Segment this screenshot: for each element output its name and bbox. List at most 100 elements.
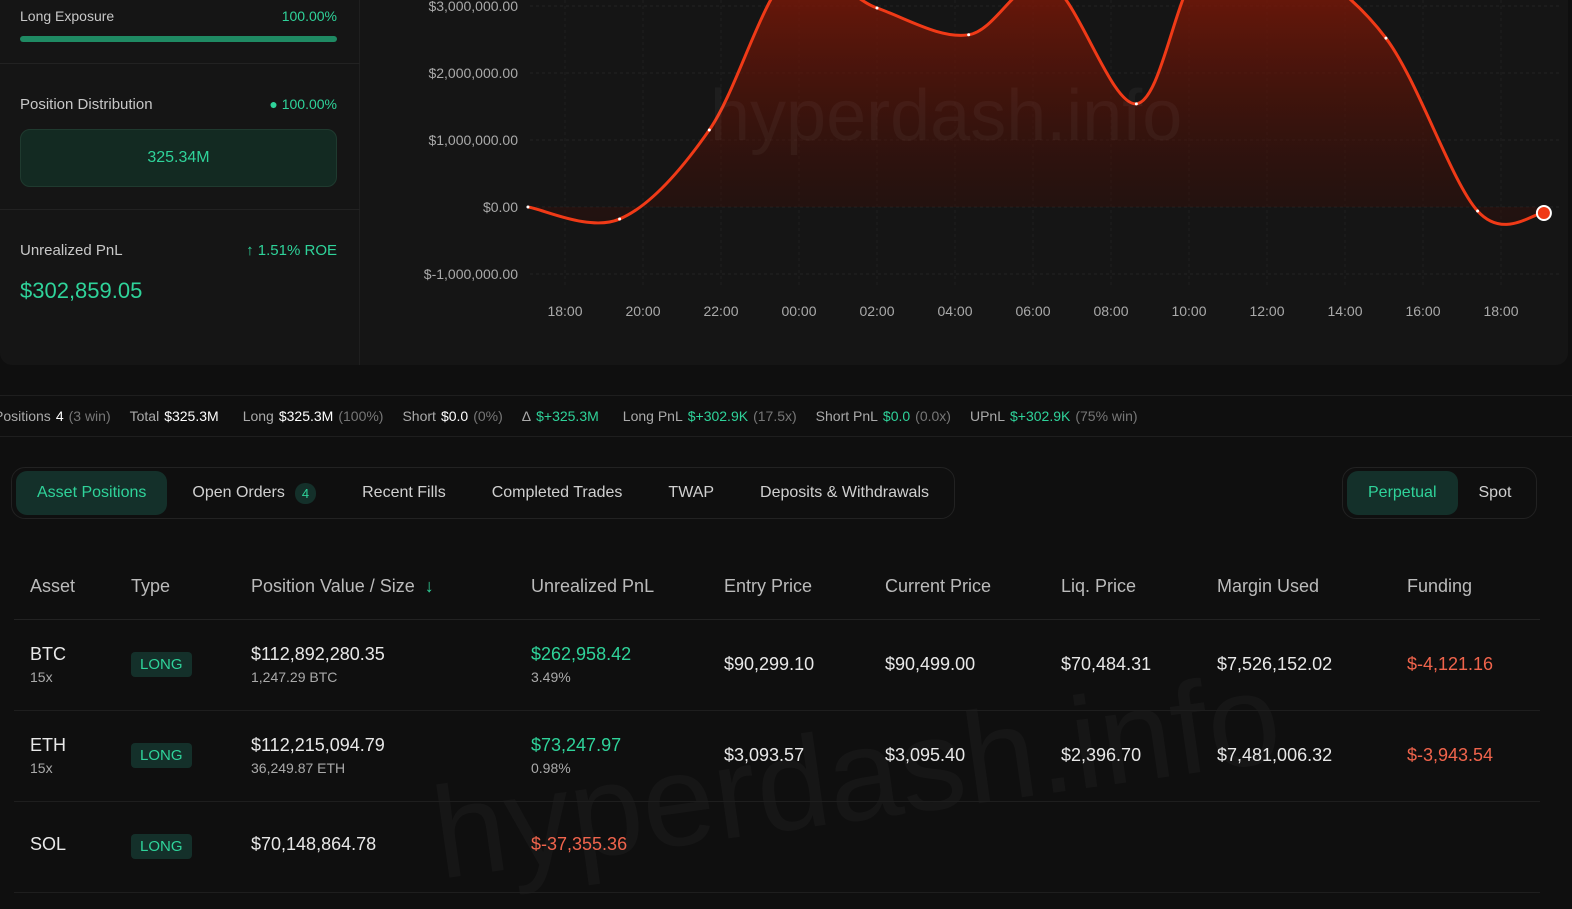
- stat-extra: (0%): [473, 408, 503, 424]
- margin-used: $7,526,152.02: [1201, 619, 1391, 711]
- tab-label: Recent Fills: [362, 484, 446, 501]
- upnl-roe: ↑ 1.51% ROE: [246, 242, 337, 259]
- market-type-tabs: Perpetual Spot: [1342, 467, 1538, 519]
- table-row[interactable]: BTC 15x LONG $112,892,280.35 1,247.29 BTC …: [14, 619, 1540, 711]
- type-badge: LONG: [131, 834, 192, 859]
- x-tick-label: 12:00: [1249, 303, 1284, 319]
- position-value: $112,892,280.35: [251, 644, 385, 664]
- upnl-label: Unrealized PnL: [20, 242, 123, 259]
- tab-open-orders[interactable]: Open Orders 4: [171, 471, 337, 515]
- stat-label: Short: [402, 408, 436, 424]
- liq-price: $70,484.31: [1045, 619, 1201, 711]
- column-header[interactable]: Position Value / Size ↓: [235, 555, 515, 620]
- column-label: Type: [131, 576, 171, 597]
- column-label: Current Price: [885, 576, 992, 597]
- tab-label: Open Orders: [192, 484, 285, 501]
- liq-price: [1045, 801, 1201, 893]
- stat-extra: (17.5x): [753, 408, 797, 424]
- data-point: [618, 217, 622, 221]
- unrealized-pnl: $-37,355.36: [531, 834, 628, 854]
- distribution-bar: 325.34M: [20, 129, 337, 187]
- asset-name: ETH: [30, 735, 66, 755]
- entry-price: $90,299.10: [708, 619, 869, 711]
- overview-panel: Long Exposure 100.00% Position Distribut…: [0, 0, 1568, 365]
- stat-value: $325.3M: [278, 408, 334, 424]
- column-label: Unrealized PnL: [531, 576, 655, 597]
- stat-label: Positions: [0, 408, 51, 424]
- stat-value: $0.0: [882, 408, 911, 424]
- stat-extra: (3 win): [68, 408, 111, 424]
- column-label: Liq. Price: [1061, 576, 1137, 597]
- type-badge: LONG: [131, 743, 192, 768]
- current-price: $3,095.40: [869, 710, 1045, 802]
- data-point: [967, 33, 971, 37]
- x-tick-label: 18:00: [547, 303, 582, 319]
- data-point: [1535, 205, 1552, 222]
- chart-watermark: hyperdash.info: [710, 76, 1182, 156]
- tab-completed-trades[interactable]: Completed Trades: [471, 471, 644, 515]
- liq-price: $2,396.70: [1045, 710, 1201, 802]
- arrow-down-icon: ↓: [419, 576, 434, 597]
- data-point: [526, 205, 530, 209]
- tab-label: Asset Positions: [37, 484, 147, 501]
- pnl-chart: $3,000,000.00 $2,000,000.00 $1,000,000.00 $…: [360, 0, 1568, 365]
- margin-used: $7,481,006.32: [1201, 710, 1391, 802]
- leverage: 15x: [30, 760, 53, 776]
- data-point: [1384, 36, 1388, 40]
- distribution-value: 100.00%: [281, 96, 337, 112]
- margin-used: [1201, 801, 1391, 893]
- column-header[interactable]: Current Price: [869, 555, 1045, 620]
- column-header[interactable]: Liq. Price: [1045, 555, 1201, 620]
- y-tick-label: $1,000,000.00: [428, 132, 518, 148]
- column-label: Position Value / Size: [251, 576, 415, 597]
- tab-label: Completed Trades: [491, 484, 623, 501]
- unrealized-pnl: $73,247.97: [531, 735, 622, 755]
- tab-recent-fills[interactable]: Recent Fills: [341, 471, 467, 515]
- table-row[interactable]: SOL LONG $70,148,864.78 $-37,355.36: [14, 801, 1540, 893]
- data-point: [1476, 209, 1480, 213]
- column-header[interactable]: Margin Used: [1201, 555, 1391, 620]
- x-tick-label: 00:00: [781, 303, 816, 319]
- column-header[interactable]: Asset: [14, 555, 115, 620]
- long-exposure-bar: [20, 36, 337, 42]
- pnl-percent: 3.49%: [531, 669, 571, 685]
- tab-deposits-withdrawals[interactable]: Deposits & Withdrawals: [739, 471, 950, 515]
- column-label: Entry Price: [724, 576, 813, 597]
- stat-label: UPnL: [969, 408, 1005, 424]
- stat-extra: (75% win): [1075, 408, 1138, 424]
- tab-asset-positions[interactable]: Asset Positions: [16, 471, 168, 515]
- tab-perpetual[interactable]: Perpetual: [1347, 471, 1458, 515]
- x-tick-label: 08:00: [1093, 303, 1128, 319]
- distribution-label: Position Distribution: [20, 96, 153, 113]
- column-header[interactable]: Unrealized PnL: [515, 555, 708, 620]
- tab-spot[interactable]: Spot: [1458, 471, 1533, 515]
- current-price: $90,499.00: [869, 619, 1045, 711]
- entry-price: [708, 801, 869, 893]
- column-header[interactable]: Entry Price: [708, 555, 869, 620]
- column-header[interactable]: Type: [115, 555, 235, 620]
- unrealized-pnl: $262,958.42: [531, 644, 632, 664]
- stat-label: Long: [242, 408, 274, 424]
- leverage: 15x: [30, 669, 53, 685]
- stat-value: $325.3M: [164, 408, 219, 424]
- summary-sidebar: Long Exposure 100.00% Position Distribut…: [0, 0, 360, 365]
- table-row[interactable]: ETH 15x LONG $112,215,094.79 36,249.87 ETH…: [14, 710, 1540, 802]
- position-size: 1,247.29 BTC: [251, 669, 338, 685]
- stat-value: 4: [55, 408, 64, 424]
- entry-price: $3,093.57: [708, 710, 869, 802]
- tab-twap[interactable]: TWAP: [647, 471, 735, 515]
- column-label: Margin Used: [1217, 576, 1320, 597]
- position-value: $70,148,864.78: [251, 834, 377, 854]
- column-label: Asset: [30, 576, 76, 597]
- funding: [1391, 801, 1540, 893]
- stat-label: Short PnL: [815, 408, 878, 424]
- positions-tabs: Asset Positions Open Orders 4 Recent Fills C…: [11, 467, 955, 519]
- column-header[interactable]: Funding: [1391, 555, 1540, 620]
- y-tick-label: $2,000,000.00: [428, 65, 518, 81]
- y-tick-label: $-1,000,000.00: [424, 266, 518, 282]
- x-tick-label: 22:00: [703, 303, 738, 319]
- x-tick-label: 04:00: [937, 303, 972, 319]
- current-price: [869, 801, 1045, 893]
- stat-value: $+325.3M: [536, 408, 599, 424]
- stat-label: Total: [129, 408, 160, 424]
